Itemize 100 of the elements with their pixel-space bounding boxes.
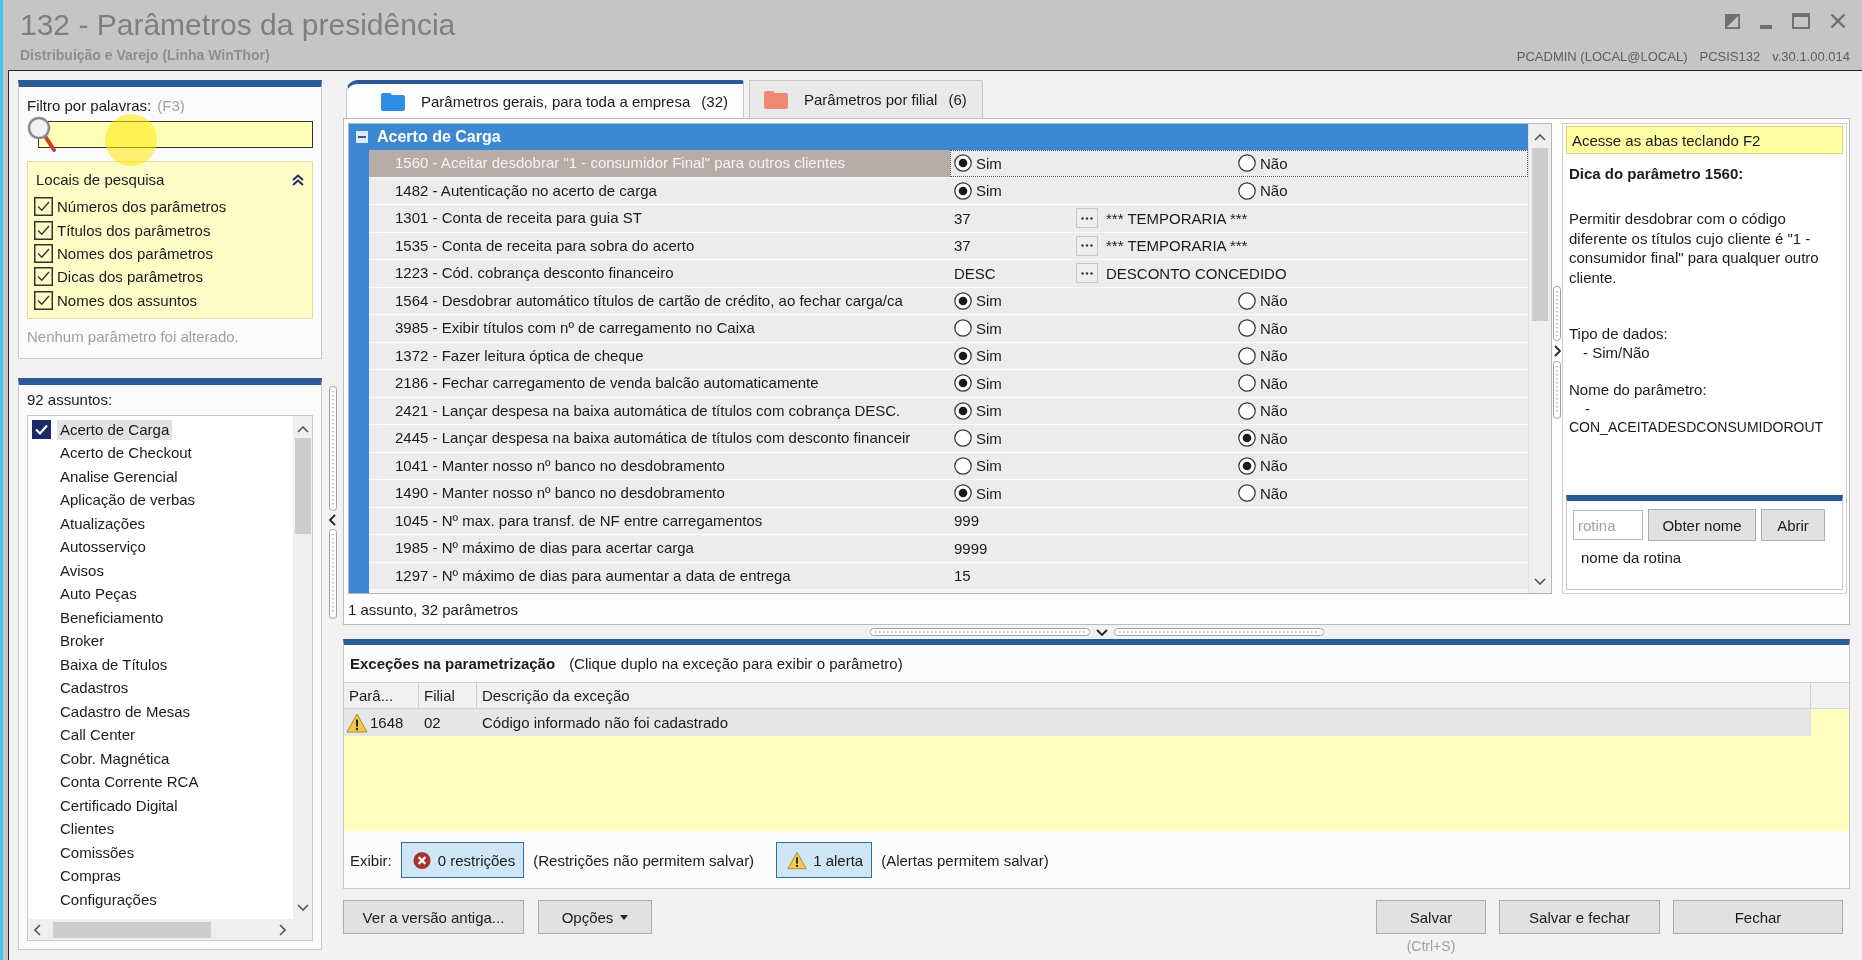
subject-item[interactable]: Atualizações bbox=[57, 513, 149, 534]
parameter-name[interactable]: 1041 - Manter nosso nº banco no desdobramento bbox=[369, 452, 950, 479]
parameter-name[interactable]: 1301 - Conta de receita para guia ST bbox=[369, 205, 950, 232]
lookup-button[interactable] bbox=[1076, 263, 1098, 284]
subject-item[interactable]: Analise Gerencial bbox=[57, 466, 181, 487]
radio-label[interactable]: Sim bbox=[976, 319, 1002, 337]
radio-label[interactable]: Não bbox=[1260, 347, 1288, 365]
value-text[interactable]: 37 bbox=[954, 209, 1076, 227]
radio-label[interactable]: Sim bbox=[976, 292, 1002, 310]
radio-label[interactable]: Não bbox=[1260, 319, 1288, 337]
parameter-name[interactable]: 1490 - Manter nosso nº banco no desdobramento bbox=[369, 480, 950, 507]
subject-item[interactable]: Clientes bbox=[57, 819, 118, 840]
radio-button[interactable] bbox=[954, 291, 972, 310]
radio-button[interactable] bbox=[954, 319, 972, 338]
radio-button[interactable] bbox=[1238, 346, 1256, 365]
subject-item[interactable]: Broker bbox=[57, 631, 108, 652]
value-text[interactable]: 999 bbox=[954, 512, 980, 530]
parameter-name[interactable]: 1223 - Cód. cobrança desconto financeiro bbox=[369, 260, 950, 287]
radio-label[interactable]: Sim bbox=[976, 182, 1002, 200]
value-text[interactable]: 9999 bbox=[954, 539, 988, 557]
radio-label[interactable]: Não bbox=[1260, 484, 1288, 502]
tab[interactable]: Parâmetros por filial (6) bbox=[749, 80, 983, 118]
double-chevron-up-icon[interactable] bbox=[292, 173, 304, 186]
maximize-icon[interactable] bbox=[1792, 13, 1810, 29]
radio-button[interactable] bbox=[954, 346, 972, 365]
chevron-right-icon[interactable] bbox=[1553, 345, 1561, 357]
radio-label[interactable]: Não bbox=[1260, 182, 1288, 200]
action-button[interactable]: Salvar bbox=[1376, 900, 1486, 934]
chevron-up-icon[interactable] bbox=[1534, 134, 1546, 141]
subject-item[interactable]: Cadastros bbox=[57, 678, 132, 699]
checkbox[interactable] bbox=[34, 267, 53, 287]
value-text[interactable]: 15 bbox=[954, 567, 971, 585]
subject-item[interactable]: Compras bbox=[57, 866, 124, 887]
parameter-name[interactable]: 1535 - Conta de receita para sobra do acerto bbox=[369, 232, 950, 259]
parameter-name[interactable]: 1985 - Nº máximo de dias para acertar carga bbox=[369, 535, 950, 562]
routine-button[interactable]: Obter nome bbox=[1648, 509, 1756, 541]
radio-button[interactable] bbox=[954, 154, 972, 173]
scrollbar[interactable] bbox=[28, 919, 312, 940]
column-header[interactable]: Filial bbox=[419, 683, 477, 708]
routine-button[interactable]: Abrir bbox=[1761, 509, 1825, 541]
scroll-thumb[interactable] bbox=[294, 438, 311, 534]
subject-item[interactable]: Acerto de Checkout bbox=[57, 443, 195, 464]
subject-item[interactable]: Configurações bbox=[57, 889, 160, 910]
chevron-down-icon[interactable] bbox=[296, 904, 309, 911]
chevron-left-icon[interactable] bbox=[329, 514, 336, 526]
checkbox[interactable] bbox=[34, 290, 53, 310]
parameter-name[interactable]: 1564 - Desdobrar automático títulos de cartão de crédito, ao fechar carga/ca bbox=[369, 287, 950, 314]
radio-label[interactable]: Não bbox=[1260, 374, 1288, 392]
subject-item[interactable]: Acerto de Carga bbox=[57, 419, 173, 440]
checkbox[interactable] bbox=[34, 244, 53, 264]
scrollbar[interactable] bbox=[293, 416, 312, 919]
subject-item[interactable]: Auto Peças bbox=[57, 584, 140, 605]
parameter-name[interactable]: 2421 - Lançar despesa na baixa automática de títulos com cobrança DESC. bbox=[369, 397, 950, 424]
radio-button[interactable] bbox=[1238, 401, 1256, 420]
subject-item[interactable]: Conta Corrente RCA bbox=[57, 772, 202, 793]
subject-item[interactable]: Cobr. Magnética bbox=[57, 748, 173, 769]
splitter-handle[interactable] bbox=[328, 529, 337, 619]
parameter-name[interactable]: 2186 - Fechar carregamento de venda balcão automaticamente bbox=[369, 370, 950, 397]
radio-button[interactable] bbox=[954, 484, 972, 503]
radio-button[interactable] bbox=[954, 181, 972, 200]
value-text[interactable]: DESC bbox=[954, 264, 1076, 282]
checkbox-label[interactable]: Números dos parâmetros bbox=[57, 198, 227, 216]
scroll-thumb[interactable] bbox=[1532, 148, 1548, 321]
radio-label[interactable]: Não bbox=[1260, 292, 1288, 310]
parameter-name[interactable]: 1372 - Fazer leitura óptica de cheque bbox=[369, 342, 950, 369]
checkbox-label[interactable]: Títulos dos parâmetros bbox=[57, 221, 211, 239]
action-button[interactable]: Fechar bbox=[1673, 900, 1843, 934]
parameter-name[interactable]: 2445 - Lançar despesa na baixa automática de títulos com desconto financeir bbox=[369, 425, 950, 452]
splitter-handle[interactable] bbox=[1553, 361, 1561, 419]
column-header[interactable]: Descrição da exceção bbox=[477, 683, 1811, 708]
splitter-handle[interactable] bbox=[328, 386, 337, 511]
radio-label[interactable]: Sim bbox=[976, 402, 1002, 420]
radio-label[interactable]: Sim bbox=[976, 347, 1002, 365]
subject-item[interactable]: Avisos bbox=[57, 560, 107, 581]
action-button[interactable]: Salvar e fechar bbox=[1499, 900, 1660, 934]
chevron-left-icon[interactable] bbox=[34, 923, 41, 936]
lookup-button[interactable] bbox=[1076, 208, 1098, 229]
radio-button[interactable] bbox=[1238, 429, 1256, 448]
parameter-name[interactable]: 3985 - Exibir títulos com nº de carregamento no Caixa bbox=[369, 315, 950, 342]
splitter-handle[interactable] bbox=[869, 628, 1090, 636]
radio-button[interactable] bbox=[954, 456, 972, 475]
checkbox[interactable] bbox=[34, 197, 53, 217]
radio-label[interactable]: Não bbox=[1260, 154, 1288, 172]
radio-button[interactable] bbox=[1238, 181, 1256, 200]
value-text[interactable]: 37 bbox=[954, 237, 1076, 255]
subject-item[interactable]: Call Center bbox=[57, 725, 139, 746]
subject-item[interactable]: Aplicação de verbas bbox=[57, 490, 199, 511]
search-field[interactable] bbox=[38, 120, 313, 148]
radio-button[interactable] bbox=[954, 401, 972, 420]
radio-label[interactable]: Não bbox=[1260, 429, 1288, 447]
close-icon[interactable] bbox=[1830, 13, 1846, 29]
action-button[interactable]: Ver a versão antiga... bbox=[343, 900, 524, 934]
radio-button[interactable] bbox=[1238, 456, 1256, 475]
chevron-down-icon[interactable] bbox=[1534, 578, 1546, 585]
subject-item[interactable]: Cadastro de Mesas bbox=[57, 701, 194, 722]
radio-label[interactable]: Sim bbox=[976, 484, 1002, 502]
collapse-icon[interactable] bbox=[356, 131, 368, 143]
radio-button[interactable] bbox=[1238, 154, 1256, 173]
radio-label[interactable]: Não bbox=[1260, 402, 1288, 420]
radio-button[interactable] bbox=[954, 374, 972, 393]
